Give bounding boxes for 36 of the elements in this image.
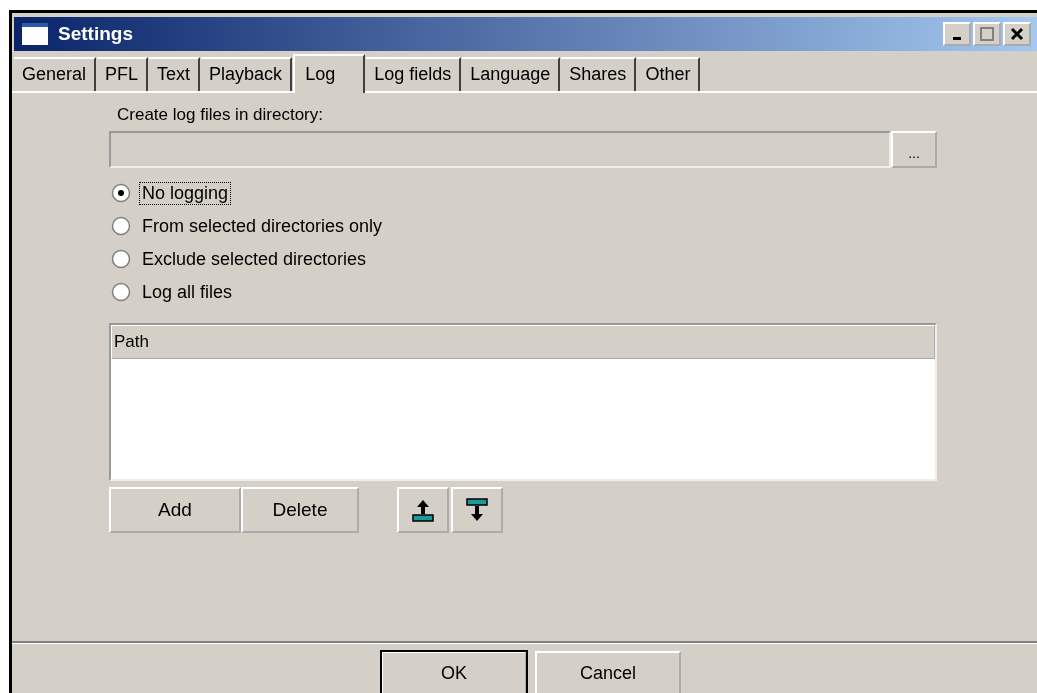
minimize-icon [953, 37, 961, 40]
directory-list[interactable]: Path [109, 323, 937, 481]
tab[interactable]: Log fields [366, 57, 462, 91]
move-down-button[interactable] [451, 487, 503, 533]
tab[interactable]: Log [293, 54, 366, 93]
list-action-button[interactable]: Add [109, 487, 241, 533]
window-title: Settings [58, 23, 133, 45]
radio-button[interactable] [111, 216, 131, 236]
tab[interactable]: Shares [561, 57, 637, 91]
tab[interactable]: PFL [97, 57, 149, 91]
arrow-up-bar-icon [411, 498, 435, 522]
close-icon [1010, 27, 1024, 41]
radio-label[interactable]: Exclude selected directories [139, 247, 370, 271]
arrow-down-bar-icon [465, 498, 489, 522]
radio-label[interactable]: No logging [139, 181, 232, 205]
radio-label[interactable]: Log all files [139, 280, 236, 304]
radio-button[interactable] [111, 249, 131, 269]
tab[interactable]: Text [149, 57, 201, 91]
field-label: Create log files in directory: [117, 105, 324, 126]
dialog-button[interactable]: Cancel [535, 651, 681, 693]
radio-button[interactable] [111, 282, 131, 302]
tab[interactable]: Other [637, 57, 701, 91]
dialog-button[interactable]: OK [381, 651, 527, 693]
maximize-button[interactable] [973, 22, 1001, 46]
column-header[interactable]: Path [111, 325, 935, 359]
window-icon [22, 23, 48, 45]
tab[interactable]: Language [462, 57, 561, 91]
list-action-button[interactable]: Delete [241, 487, 359, 533]
move-up-button[interactable] [397, 487, 449, 533]
minimize-button[interactable] [943, 22, 971, 46]
maximize-icon [980, 27, 994, 41]
radio-label[interactable]: From selected directories only [139, 214, 386, 238]
close-button[interactable] [1003, 22, 1031, 46]
tab[interactable]: General [14, 57, 97, 91]
radio-button[interactable] [111, 183, 131, 203]
tab[interactable]: Playback [201, 57, 293, 91]
